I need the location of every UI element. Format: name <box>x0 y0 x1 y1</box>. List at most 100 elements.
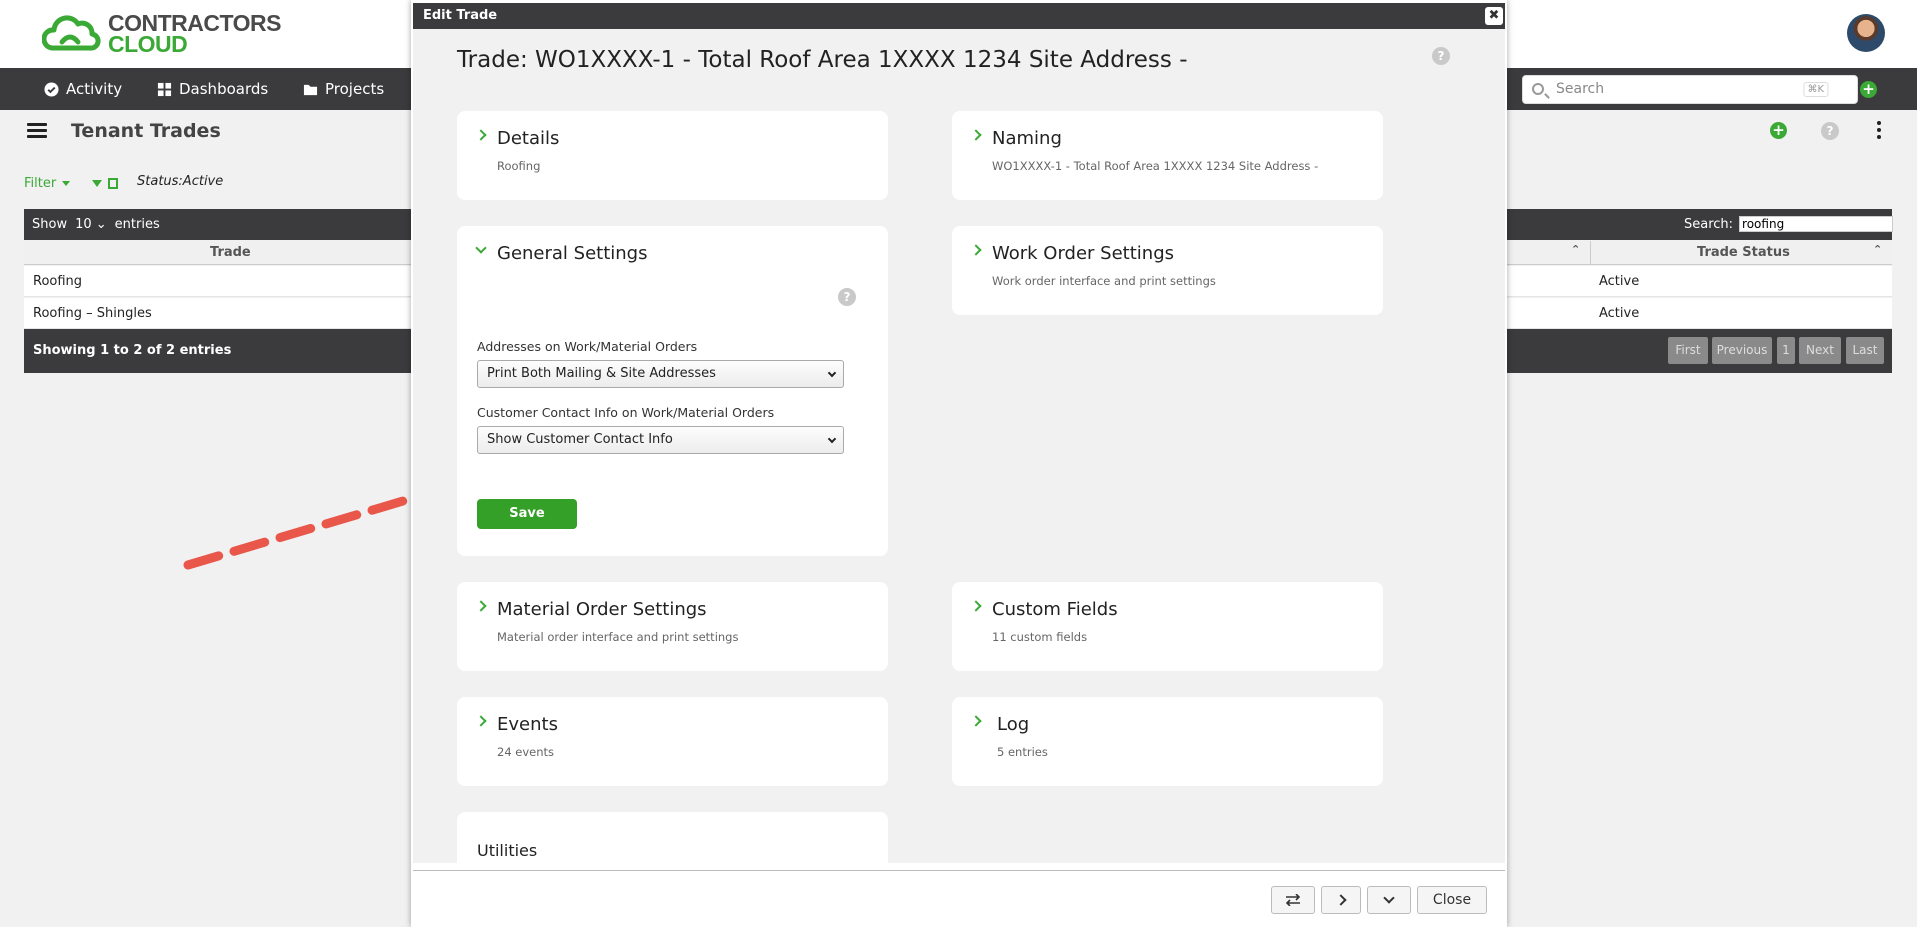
card-subtitle: Work order interface and print settings <box>992 274 1216 288</box>
chevron-down-icon <box>827 434 837 444</box>
table-search: Search: <box>1684 216 1894 232</box>
address-select-value: Print Both Mailing & Site Addresses <box>487 366 716 381</box>
nav-item-dashboards[interactable]: Dashboards <box>157 68 268 110</box>
chevron-right-icon <box>475 600 487 612</box>
card-subtitle: 5 entries <box>997 745 1048 759</box>
add-trade-icon[interactable]: + <box>1770 122 1787 139</box>
column-header-trade-status[interactable]: Trade Status ⌃ <box>1590 241 1892 265</box>
chevron-down-icon <box>1383 892 1395 904</box>
search-icon <box>1532 83 1544 95</box>
card-general-settings: General Settings ? Addresses on Work/Mat… <box>457 226 888 556</box>
card-custom-fields[interactable]: Custom Fields 11 custom fields <box>952 582 1383 671</box>
chevron-right-icon <box>970 129 982 141</box>
card-title: Log <box>997 714 1030 735</box>
save-filter-icon[interactable] <box>108 178 119 189</box>
more-options-icon[interactable] <box>1877 121 1881 139</box>
pager-last[interactable]: Last <box>1846 337 1884 364</box>
card-events[interactable]: Events 24 events <box>457 697 888 786</box>
column-header-sort[interactable]: ⌃ <box>1508 241 1590 265</box>
entries-label: entries <box>114 217 160 232</box>
add-new-icon[interactable]: + <box>1860 81 1877 98</box>
save-button[interactable]: Save <box>477 499 577 529</box>
help-icon[interactable]: ? <box>1821 122 1839 140</box>
card-naming[interactable]: Naming WO1XXXX-1 - Total Roof Area 1XXXX… <box>952 111 1383 200</box>
card-title: Custom Fields <box>992 599 1118 620</box>
card-subtitle: 11 custom fields <box>992 630 1088 644</box>
chevron-right-icon <box>475 129 487 141</box>
page-size-select[interactable]: 10 ⌄ <box>75 217 107 232</box>
next-button[interactable] <box>1321 886 1361 914</box>
chevron-down-icon[interactable] <box>475 242 487 254</box>
card-title: Work Order Settings <box>992 243 1175 264</box>
modal-title-bar[interactable]: Edit Trade ✖ <box>413 3 1505 29</box>
nav-item-projects[interactable]: Projects <box>303 68 384 110</box>
status-cell: Active <box>1599 306 1640 321</box>
card-title: Events <box>497 714 558 735</box>
card-material-order-settings[interactable]: Material Order Settings Material order i… <box>457 582 888 671</box>
expand-button[interactable] <box>1367 886 1411 914</box>
logo-text-line2: CLOUD <box>108 31 188 57</box>
check-circle-icon <box>44 81 59 97</box>
card-utilities: Utilities <box>457 812 888 863</box>
pager-next[interactable]: Next <box>1799 337 1841 364</box>
modal-title: Edit Trade <box>423 8 498 23</box>
card-details[interactable]: Details Roofing <box>457 111 888 200</box>
table-search-label: Search: <box>1684 216 1734 232</box>
swap-arrows-icon <box>1285 893 1301 907</box>
card-work-order-settings[interactable]: Work Order Settings Work order interface… <box>952 226 1383 315</box>
address-field-label: Addresses on Work/Material Orders <box>477 339 698 354</box>
grid-icon <box>157 82 172 96</box>
close-button[interactable]: Close <box>1417 886 1487 914</box>
help-icon[interactable]: ? <box>838 288 856 306</box>
global-search-input[interactable]: Search ⌘K <box>1522 75 1858 104</box>
contractors-cloud-logo[interactable]: CONTRACTORS CLOUD <box>42 12 281 57</box>
close-icon[interactable]: ✖ <box>1485 7 1503 25</box>
nav-item-label: Dashboards <box>179 80 269 98</box>
card-subtitle: 24 events <box>497 745 555 759</box>
card-subtitle: WO1XXXX-1 - Total Roof Area 1XXXX 1234 S… <box>992 159 1319 173</box>
nav-item-activity[interactable]: Activity <box>44 68 122 110</box>
nav-item-label: Activity <box>66 80 123 98</box>
chevron-right-icon <box>970 600 982 612</box>
folder-icon <box>303 84 318 95</box>
page-title: Tenant Trades <box>71 120 221 142</box>
status-cell: Active <box>1599 274 1640 289</box>
card-log[interactable]: Log 5 entries <box>952 697 1383 786</box>
sort-caret-icon: ⌃ <box>1873 243 1883 256</box>
filter-dropdown[interactable]: Filter <box>24 176 119 191</box>
chevron-right-icon <box>970 244 982 256</box>
chevron-right-icon <box>475 715 487 727</box>
menu-icon[interactable] <box>27 123 47 139</box>
show-label: Show <box>32 217 68 232</box>
contact-info-select[interactable]: Show Customer Contact Info <box>477 426 844 454</box>
table-search-input[interactable] <box>1739 216 1894 232</box>
help-icon[interactable]: ? <box>1432 47 1450 65</box>
pager-page-1[interactable]: 1 <box>1777 337 1795 364</box>
search-placeholder: Search <box>1556 81 1605 97</box>
card-title: Utilities <box>477 841 538 860</box>
card-title[interactable]: General Settings <box>497 243 648 264</box>
card-subtitle: Roofing <box>497 159 541 173</box>
modal-footer: Close <box>413 870 1505 927</box>
contact-select-value: Show Customer Contact Info <box>487 432 673 447</box>
chevron-right-icon <box>1335 894 1347 906</box>
search-shortcut-hint: ⌘K <box>1803 82 1828 97</box>
table-info: Showing 1 to 2 of 2 entries <box>33 343 232 358</box>
funnel-icon[interactable] <box>92 180 103 187</box>
chevron-down-icon <box>827 368 837 378</box>
trade-cell: Roofing <box>33 274 83 289</box>
trade-cell: Roofing – Shingles <box>33 306 152 321</box>
edit-trade-modal: Edit Trade ✖ Trade: WO1XXXX-1 - Total Ro… <box>411 0 1507 927</box>
pager-previous[interactable]: Previous <box>1712 337 1772 364</box>
address-select[interactable]: Print Both Mailing & Site Addresses <box>477 360 844 388</box>
user-avatar[interactable] <box>1847 14 1885 52</box>
contact-field-label: Customer Contact Info on Work/Material O… <box>477 405 775 420</box>
card-title: Naming <box>992 128 1062 149</box>
sort-caret-icon: ⌃ <box>1571 243 1581 256</box>
chevron-right-icon <box>970 715 982 727</box>
cloud-logo-icon <box>42 15 101 51</box>
pager-first[interactable]: First <box>1668 337 1708 364</box>
page-size-control: Show 10 ⌄ entries <box>32 217 160 232</box>
swap-button[interactable] <box>1271 886 1315 914</box>
card-subtitle: Material order interface and print setti… <box>497 630 739 644</box>
